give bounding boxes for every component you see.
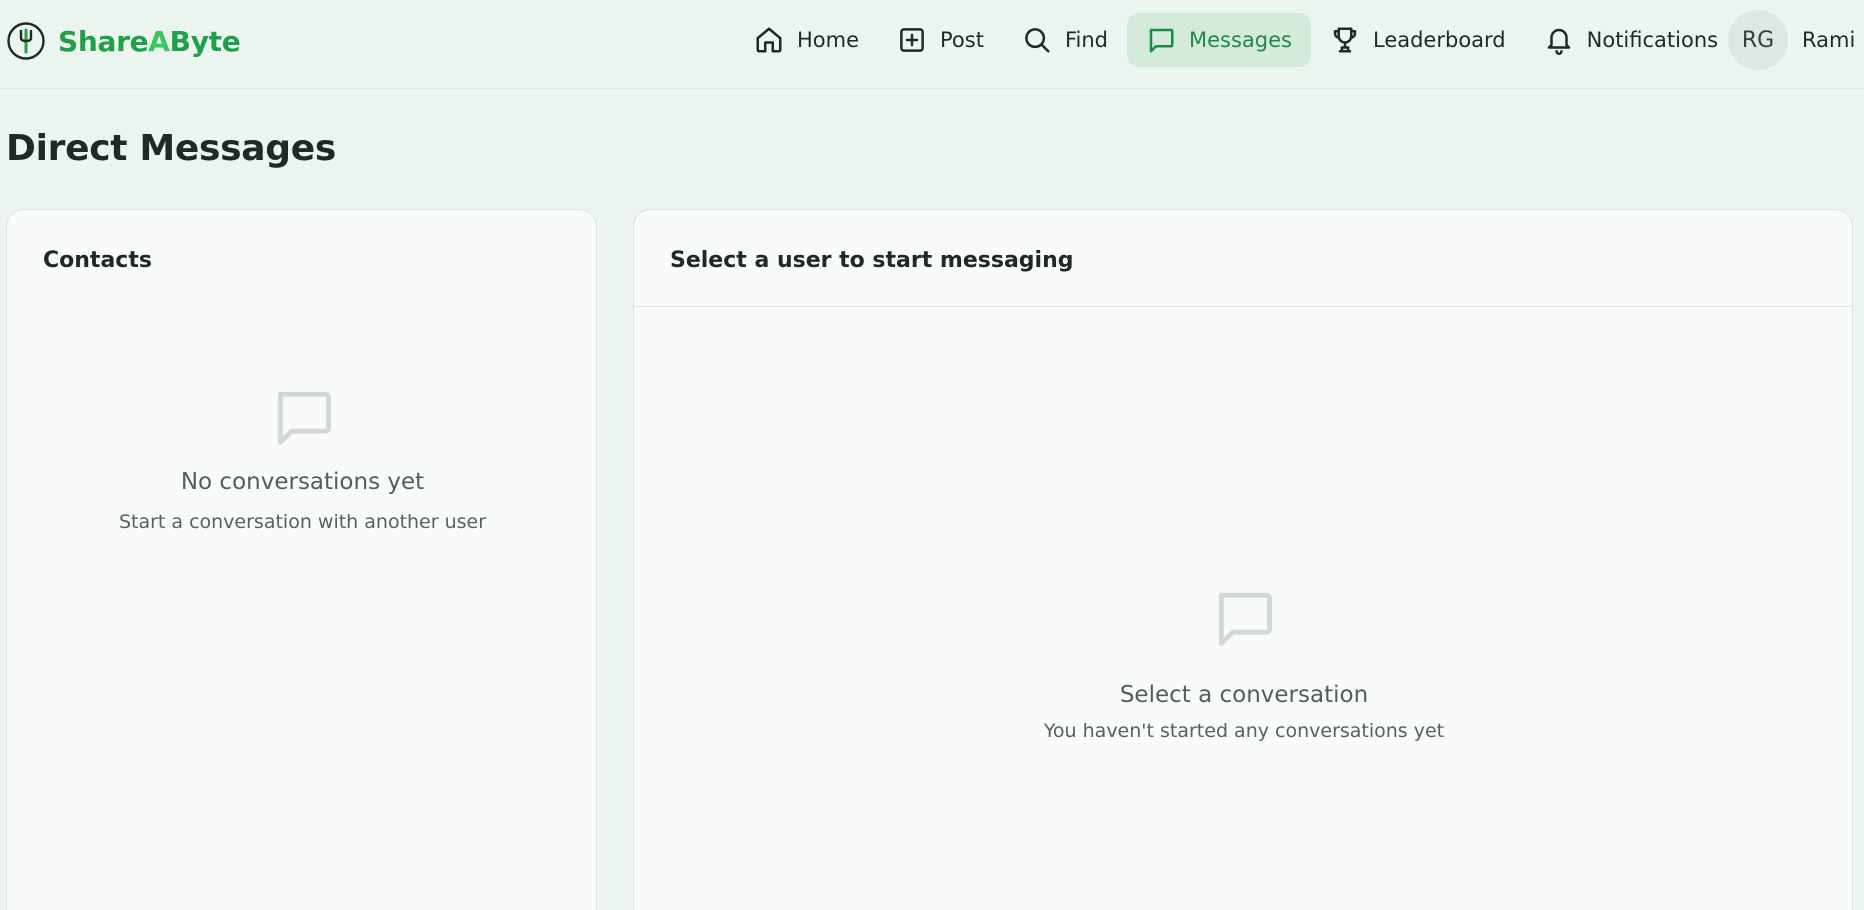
contacts-title: Contacts [43, 248, 152, 273]
nav-find-label: Find [1064, 28, 1108, 52]
nav-leaderboard[interactable]: Leaderboard [1311, 13, 1525, 67]
contacts-empty-subtitle: Start a conversation with another user [118, 511, 487, 533]
brand-name: ShareAByte [58, 24, 241, 58]
nav-messages-label: Messages [1189, 28, 1292, 52]
user-name: Rami [1802, 28, 1856, 52]
main-nav: Home Post Find Messages Leaderboard Noti… [735, 13, 1737, 67]
chat-empty-state: Select a conversation You haven't starte… [634, 584, 1854, 742]
brand[interactable]: ShareAByte [6, 21, 241, 61]
fork-logo-icon [7, 22, 45, 60]
chat-empty-title: Select a conversation [1119, 682, 1369, 708]
chat-title: Select a user to start messaging [670, 248, 1074, 273]
message-icon [1218, 592, 1272, 646]
nav-notifications-label: Notifications [1586, 28, 1719, 52]
nav-home[interactable]: Home [735, 13, 878, 67]
message-icon [1149, 28, 1174, 53]
home-icon [756, 27, 782, 53]
nav-find[interactable]: Find [1003, 13, 1127, 67]
nav-post[interactable]: Post [878, 13, 1003, 67]
chat-header-divider [634, 306, 1852, 307]
page-title: Direct Messages [6, 128, 336, 169]
user-menu[interactable]: RG Rami [1728, 10, 1855, 70]
plus-square-icon [900, 28, 924, 52]
chat-panel: Select a user to start messaging Select … [633, 209, 1853, 910]
contacts-empty-state: No conversations yet Start a conversatio… [7, 383, 598, 533]
bell-icon [1547, 28, 1570, 55]
message-icon [277, 391, 331, 445]
contacts-panel: Contacts No conversations yet Start a co… [6, 209, 597, 910]
trophy-icon [1333, 27, 1357, 53]
contacts-empty-title: No conversations yet [180, 469, 425, 495]
nav-messages[interactable]: Messages [1127, 13, 1311, 67]
top-navigation-bar: ShareAByte Home Post Find Messages Leade… [0, 0, 1864, 89]
chat-empty-subtitle: You haven't started any conversations ye… [1043, 720, 1445, 742]
search-icon [1025, 28, 1050, 53]
nav-notifications[interactable]: Notifications [1525, 13, 1737, 67]
nav-post-label: Post [940, 28, 984, 52]
nav-leaderboard-label: Leaderboard [1372, 28, 1506, 52]
avatar[interactable]: RG [1728, 10, 1788, 70]
nav-home-label: Home [797, 28, 860, 52]
